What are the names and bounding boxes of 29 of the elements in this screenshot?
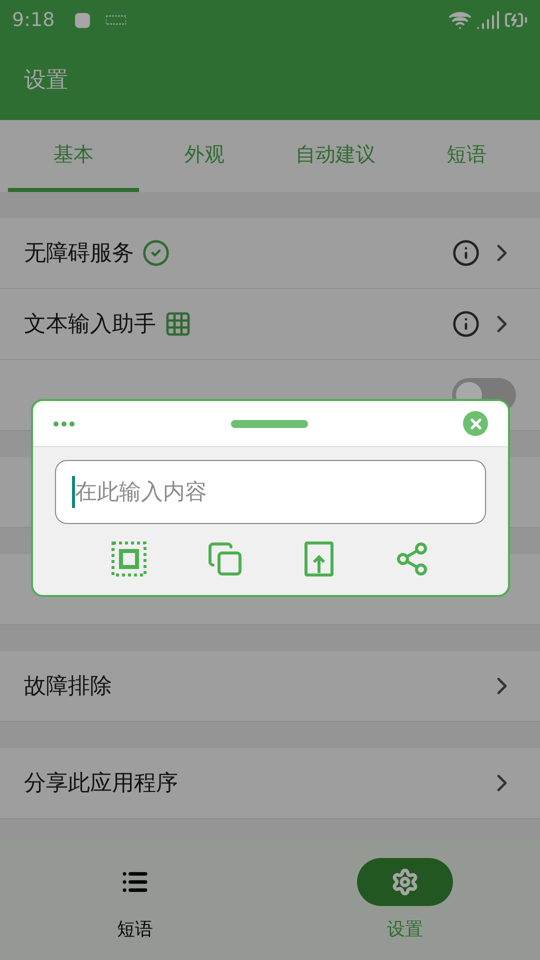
nav-label: 短语 [117,918,153,942]
settings-row[interactable]: 分享此应用程序 [0,748,540,819]
row-label: 分享此应用程序 [24,770,178,798]
close-button[interactable] [463,411,488,436]
signal-icon [476,8,500,32]
text-cursor [72,476,75,508]
keyboard-icon [106,15,126,25]
select-all-icon[interactable] [111,541,148,577]
row-label: 文本输入助手 [24,310,156,338]
settings-row[interactable]: 故障排除 [0,651,540,722]
drag-handle[interactable] [230,420,308,428]
upload-icon[interactable] [304,541,334,577]
row-label: 无障碍服务 [24,240,134,268]
nav-label: 设置 [387,918,423,942]
close-icon [468,416,484,432]
info-icon[interactable] [452,310,480,338]
nav-item[interactable]: 短语 [0,840,270,960]
info-icon[interactable] [452,239,480,267]
settings-icon [391,868,419,896]
app-title: 设置 [24,66,68,94]
settings-row[interactable]: 文本输入助手 [0,289,540,360]
row-label: 故障排除 [24,672,112,700]
status-time: 9:18 [12,8,55,33]
more-icon[interactable] [53,420,75,426]
copy-icon[interactable] [207,541,244,577]
grid-icon [164,310,192,338]
input-field[interactable]: 在此输入内容 [55,460,486,524]
check-circle-icon [142,239,170,267]
settings-row[interactable]: 无障碍服务 [0,218,540,289]
